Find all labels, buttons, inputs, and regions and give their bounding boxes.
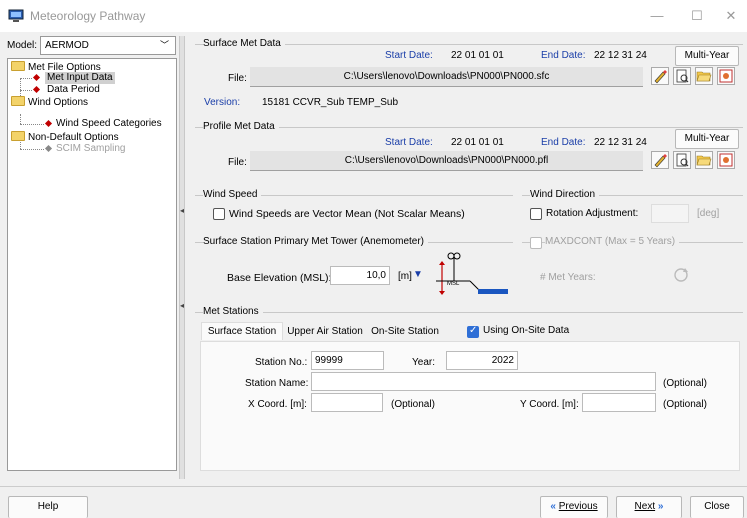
tree-item-scim-sampling[interactable]: SCIM Sampling (56, 143, 125, 155)
profile-file-path[interactable]: C:\Users\lenovo\Downloads\PN000\PN000.pf… (250, 151, 643, 171)
profile-end-label: End Date: (541, 137, 586, 148)
profile-start-label: Start Date: (385, 137, 433, 148)
anemometer-diagram-icon: MSL (436, 252, 508, 295)
tree-item-met-input-data[interactable]: Met Input Data (45, 72, 115, 84)
rotation-unit-label: [deg] (697, 208, 720, 219)
x-coord-input[interactable] (311, 393, 383, 412)
folder-icon (11, 131, 25, 141)
settings-icon[interactable] (717, 151, 735, 169)
next-button[interactable]: Next » (616, 496, 682, 518)
close-icon[interactable]: ✕ (716, 6, 746, 26)
surface-version-label: Version: (204, 97, 241, 108)
met-years-label: # Met Years: (540, 272, 596, 283)
help-button[interactable]: Help (8, 496, 88, 518)
base-elevation-input[interactable]: 10,0 (330, 266, 390, 285)
profile-multi-year-button[interactable]: Multi-Year (675, 129, 739, 149)
maxdcont-label: MAXDCONT (Max = 5 Years) (545, 236, 680, 247)
x-coord-optional: (Optional) (391, 399, 435, 410)
maxdcont-checkbox[interactable] (530, 237, 542, 249)
tab-upper-air-station[interactable]: Upper Air Station (285, 323, 365, 341)
close-button[interactable]: Close (690, 496, 744, 518)
diamond-icon (44, 119, 53, 128)
footer-divider (0, 486, 747, 487)
year-input[interactable]: 2022 (446, 351, 518, 370)
year-label: Year: (412, 357, 435, 368)
window-title: Meteorology Pathway (30, 9, 146, 23)
options-tree: Met File Options Met Input Data Data Per… (7, 58, 177, 471)
tab-on-site-station[interactable]: On-Site Station (367, 323, 443, 341)
base-elevation-unit: [m] (398, 271, 412, 282)
rotation-adjustment-checkbox[interactable] (530, 208, 542, 220)
surface-start-value: 22 01 01 01 (451, 50, 504, 61)
using-onsite-label: Using On-Site Data (483, 325, 570, 336)
diamond-icon (44, 144, 53, 153)
surface-version-value: 15181 CCVR_Sub TEMP_Sub (262, 97, 399, 108)
x-coord-label: X Coord. [m]: (248, 399, 307, 410)
view-file-icon[interactable] (673, 151, 691, 169)
previous-arrow-icon: « (550, 501, 556, 512)
vector-mean-checkbox[interactable] (213, 208, 225, 220)
base-elevation-label: Base Elevation (MSL): (227, 272, 332, 284)
diamond-icon (32, 85, 41, 94)
tree-item-data-period[interactable]: Data Period (47, 84, 100, 96)
tower-title: Surface Station Primary Met Tower (Anemo… (203, 236, 429, 247)
profile-file-label: File: (228, 157, 247, 168)
profile-met-title: Profile Met Data (203, 121, 279, 132)
diamond-icon (32, 73, 41, 82)
station-name-input[interactable] (311, 372, 656, 391)
tree-item-wind-speed-categories[interactable]: Wind Speed Categories (56, 118, 162, 130)
next-arrow-icon: » (657, 501, 664, 512)
station-no-input[interactable]: 99999 (311, 351, 384, 370)
model-label: Model: (7, 40, 38, 51)
wind-direction-title: Wind Direction (530, 189, 600, 200)
unit-dropdown-icon[interactable]: ▼ (413, 269, 423, 280)
vector-mean-label: Wind Speeds are Vector Mean (Not Scalar … (229, 208, 465, 220)
tree-item-wind-options[interactable]: Wind Options (11, 96, 88, 109)
edit-pencil-icon[interactable] (651, 67, 669, 85)
surface-end-label: End Date: (541, 50, 586, 61)
minimize-icon[interactable]: — (642, 6, 672, 26)
previous-button[interactable]: « Previous (540, 496, 608, 518)
rotation-adjustment-label: Rotation Adjustment: (546, 208, 639, 219)
y-coord-optional: (Optional) (663, 399, 707, 410)
edit-pencil-icon[interactable] (651, 151, 669, 169)
surface-multi-year-button[interactable]: Multi-Year (675, 46, 739, 66)
panel-splitter[interactable]: ◂ ◂ (179, 36, 185, 479)
model-select[interactable]: AERMOD ﹀ (40, 36, 176, 55)
rotation-adjustment-input[interactable] (651, 204, 689, 223)
model-value: AERMOD (45, 40, 89, 51)
surface-file-label: File: (228, 73, 247, 84)
folder-icon (11, 96, 25, 106)
surface-file-path[interactable]: C:\Users\lenovo\Downloads\PN000\PN000.sf… (250, 67, 643, 87)
open-folder-icon[interactable] (695, 67, 713, 85)
y-coord-label: Y Coord. [m]: (520, 399, 579, 410)
settings-icon[interactable] (717, 67, 735, 85)
profile-start-value: 22 01 01 01 (451, 137, 504, 148)
msl-label: MSL (447, 281, 460, 287)
y-coord-input[interactable] (582, 393, 656, 412)
surface-met-title: Surface Met Data (203, 38, 285, 49)
app-icon (8, 9, 24, 22)
station-name-label: Station Name: (245, 378, 309, 389)
folder-icon (11, 61, 25, 71)
using-onsite-checkbox[interactable] (467, 325, 479, 338)
chevron-down-icon: ﹀ (159, 40, 169, 50)
profile-end-value: 22 12 31 24 (594, 137, 647, 148)
open-folder-icon[interactable] (695, 151, 713, 169)
tab-surface-station[interactable]: Surface Station (201, 322, 283, 340)
surface-end-value: 22 12 31 24 (594, 50, 647, 61)
station-no-label: Station No.: (255, 357, 308, 368)
refresh-icon[interactable] (672, 266, 690, 284)
view-file-icon[interactable] (673, 67, 691, 85)
wind-speed-title: Wind Speed (203, 189, 262, 200)
met-stations-title: Met Stations (203, 306, 263, 317)
surface-start-label: Start Date: (385, 50, 433, 61)
collapse-left-icon[interactable]: ◂ (180, 206, 184, 215)
met-stations-group (195, 312, 743, 313)
station-name-optional: (Optional) (663, 378, 707, 389)
maximize-icon[interactable]: ☐ (682, 6, 712, 26)
collapse-right-icon[interactable]: ◂ (180, 301, 184, 310)
